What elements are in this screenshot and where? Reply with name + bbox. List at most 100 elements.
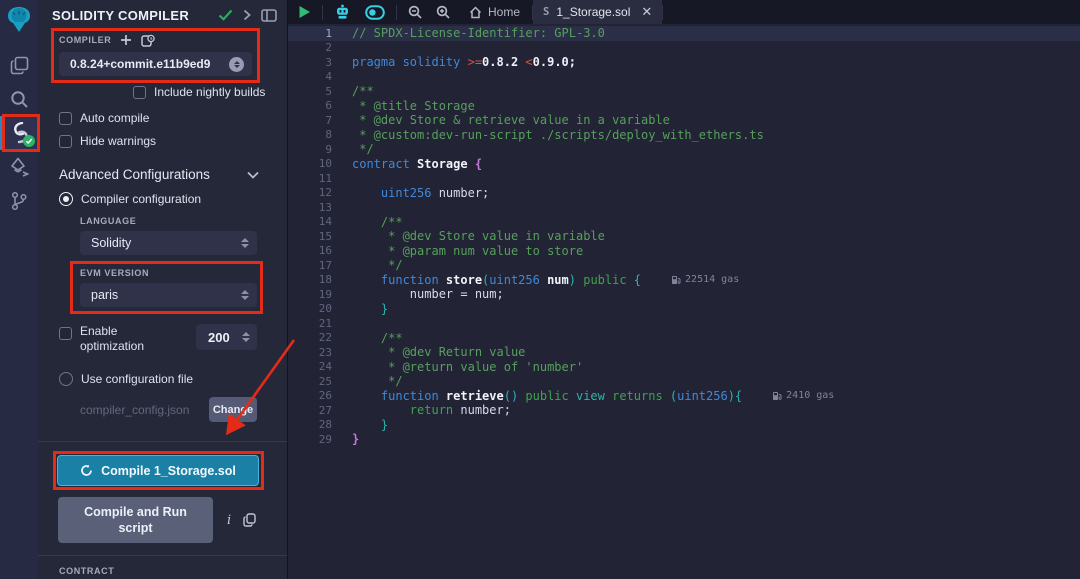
compile-and-run-button[interactable]: Compile and Run script bbox=[58, 497, 213, 543]
language-select[interactable]: Solidity bbox=[80, 231, 257, 255]
evm-version-select[interactable]: paris bbox=[80, 283, 257, 307]
line-number[interactable]: 7 bbox=[288, 114, 332, 127]
code-editor[interactable]: 1// SPDX-License-Identifier: GPL-3.023pr… bbox=[288, 24, 1080, 579]
line-number[interactable]: 9 bbox=[288, 143, 332, 156]
search-button[interactable] bbox=[0, 82, 38, 116]
code-line[interactable]: 17 */ bbox=[288, 258, 1080, 273]
code-line[interactable]: 18 function store(uint256 num) public {2… bbox=[288, 273, 1080, 288]
pin-panel-button[interactable] bbox=[261, 9, 277, 22]
add-compiler-button[interactable] bbox=[120, 34, 132, 46]
line-number[interactable]: 16 bbox=[288, 244, 332, 257]
copy-icon[interactable] bbox=[243, 513, 256, 528]
code-line[interactable]: 27 return number; bbox=[288, 403, 1080, 418]
collapse-panel-button[interactable] bbox=[243, 9, 251, 21]
code-line[interactable]: 28 } bbox=[288, 418, 1080, 433]
code-line[interactable]: 7 * @dev Store & retrieve value in a var… bbox=[288, 113, 1080, 128]
line-number[interactable]: 8 bbox=[288, 128, 332, 141]
code-line[interactable]: 29} bbox=[288, 432, 1080, 447]
enable-optimization-checkbox[interactable] bbox=[59, 327, 72, 340]
run-script-button[interactable] bbox=[288, 0, 318, 24]
code-line[interactable]: 12 uint256 number; bbox=[288, 186, 1080, 201]
zoom-out-button[interactable] bbox=[401, 0, 429, 24]
code-line[interactable]: 16 * @param num value to store bbox=[288, 244, 1080, 259]
code-line[interactable]: 20 } bbox=[288, 302, 1080, 317]
code-line[interactable]: 25 */ bbox=[288, 374, 1080, 389]
line-number[interactable]: 18 bbox=[288, 273, 332, 286]
use-config-file-radio[interactable] bbox=[59, 372, 73, 386]
code-line[interactable]: 1// SPDX-License-Identifier: GPL-3.0 bbox=[288, 26, 1080, 41]
copilot-toggle[interactable] bbox=[358, 0, 392, 24]
line-number[interactable]: 2 bbox=[288, 41, 332, 54]
close-tab-icon[interactable]: ✕ bbox=[641, 4, 652, 20]
solidity-compiler-button[interactable] bbox=[0, 116, 38, 150]
line-number[interactable]: 19 bbox=[288, 288, 332, 301]
line-number[interactable]: 4 bbox=[288, 70, 332, 83]
tab-home[interactable]: Home bbox=[457, 0, 532, 24]
code-line[interactable]: 21 bbox=[288, 316, 1080, 331]
code-line[interactable]: 23 * @dev Return value bbox=[288, 345, 1080, 360]
code-line[interactable]: 24 * @return value of 'number' bbox=[288, 360, 1080, 375]
compiler-config-radio[interactable] bbox=[59, 192, 73, 206]
line-number[interactable]: 5 bbox=[288, 85, 332, 98]
line-number[interactable]: 29 bbox=[288, 433, 332, 446]
code-line[interactable]: 3pragma solidity >=0.8.2 <0.9.0; bbox=[288, 55, 1080, 70]
code-line[interactable]: 10contract Storage { bbox=[288, 157, 1080, 172]
line-number[interactable]: 12 bbox=[288, 186, 332, 199]
line-number[interactable]: 28 bbox=[288, 418, 332, 431]
line-number[interactable]: 25 bbox=[288, 375, 332, 388]
tab-storage-sol[interactable]: S 1_Storage.sol ✕ bbox=[533, 0, 662, 24]
code-line[interactable]: 5/** bbox=[288, 84, 1080, 99]
line-number[interactable]: 24 bbox=[288, 360, 332, 373]
line-number[interactable]: 6 bbox=[288, 99, 332, 112]
reload-compiler-button[interactable] bbox=[141, 34, 155, 47]
code-line[interactable]: 11 bbox=[288, 171, 1080, 186]
compiler-version-select[interactable]: 0.8.24+commit.e11b9ed9 bbox=[59, 52, 252, 76]
line-number[interactable]: 10 bbox=[288, 157, 332, 170]
line-number[interactable]: 17 bbox=[288, 259, 332, 272]
compile-button[interactable]: Compile 1_Storage.sol bbox=[57, 455, 259, 486]
code-line[interactable]: 9 */ bbox=[288, 142, 1080, 157]
line-number[interactable]: 23 bbox=[288, 346, 332, 359]
hide-warnings-checkbox[interactable] bbox=[59, 135, 72, 148]
line-number[interactable]: 22 bbox=[288, 331, 332, 344]
line-number[interactable]: 15 bbox=[288, 230, 332, 243]
zoom-in-button[interactable] bbox=[429, 0, 457, 24]
code-line[interactable]: 14 /** bbox=[288, 215, 1080, 230]
line-number[interactable]: 20 bbox=[288, 302, 332, 315]
code-line[interactable]: 8 * @custom:dev-run-script ./scripts/dep… bbox=[288, 128, 1080, 143]
evm-version-section: EVM VERSION paris bbox=[80, 268, 257, 307]
change-config-button[interactable]: Change bbox=[209, 397, 257, 422]
language-value: Solidity bbox=[91, 236, 241, 250]
auto-compile-checkbox[interactable] bbox=[59, 112, 72, 125]
code-line[interactable]: 22 /** bbox=[288, 331, 1080, 346]
remix-logo-icon[interactable] bbox=[0, 2, 38, 38]
line-number[interactable]: 3 bbox=[288, 56, 332, 69]
code-line[interactable]: 19 number = num; bbox=[288, 287, 1080, 302]
panel-header: SOLIDITY COMPILER bbox=[38, 3, 287, 27]
code-line[interactable]: 2 bbox=[288, 41, 1080, 56]
code-line[interactable]: 6 * @title Storage bbox=[288, 99, 1080, 114]
play-icon bbox=[298, 5, 311, 19]
code-text: * @dev Store & retrieve value in a varia… bbox=[332, 113, 670, 127]
deploy-run-button[interactable] bbox=[0, 150, 38, 184]
line-number[interactable]: 11 bbox=[288, 172, 332, 185]
advanced-config-title: Advanced Configurations bbox=[59, 167, 247, 182]
code-line[interactable]: 13 bbox=[288, 200, 1080, 215]
ai-assistant-button[interactable] bbox=[327, 0, 358, 24]
git-button[interactable] bbox=[0, 184, 38, 218]
line-number[interactable]: 14 bbox=[288, 215, 332, 228]
info-icon[interactable]: i bbox=[227, 513, 231, 528]
advanced-config-header[interactable]: Advanced Configurations bbox=[59, 167, 259, 182]
line-number[interactable]: 21 bbox=[288, 317, 332, 330]
code-line[interactable]: 4 bbox=[288, 70, 1080, 85]
line-number[interactable]: 26 bbox=[288, 389, 332, 402]
line-number[interactable]: 27 bbox=[288, 404, 332, 417]
file-explorer-button[interactable] bbox=[0, 48, 38, 82]
nightly-builds-checkbox[interactable] bbox=[133, 86, 146, 99]
optimization-runs-input[interactable]: 200 bbox=[196, 324, 257, 350]
solidity-compiler-panel: SOLIDITY COMPILER COMPILER bbox=[38, 0, 288, 579]
code-line[interactable]: 26 function retrieve() public view retur… bbox=[288, 389, 1080, 404]
line-number[interactable]: 1 bbox=[288, 27, 332, 40]
line-number[interactable]: 13 bbox=[288, 201, 332, 214]
code-line[interactable]: 15 * @dev Store value in variable bbox=[288, 229, 1080, 244]
